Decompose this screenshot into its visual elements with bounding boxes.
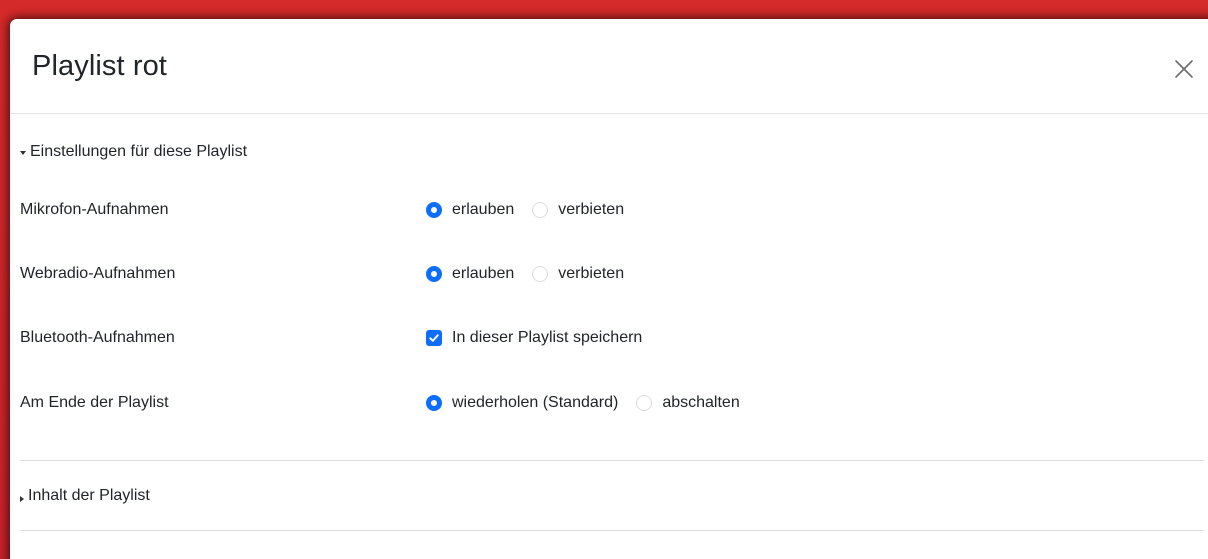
webradio-recordings-options: erlauben verbieten: [426, 265, 642, 283]
close-icon: [1175, 60, 1193, 78]
settings-section-toggle[interactable]: Einstellungen für diese Playlist: [20, 143, 247, 161]
bluetooth-recordings-options: In dieser Playlist speichern: [426, 329, 660, 347]
content-section-toggle[interactable]: Inhalt der Playlist: [20, 487, 150, 505]
webradio-allow-label: erlauben: [452, 265, 515, 282]
dialog-header: Playlist rot: [10, 19, 1208, 114]
repeat-option[interactable]: wiederholen (Standard): [426, 394, 618, 412]
dialog-title: Playlist rot: [32, 50, 167, 82]
end-of-playlist-label: Am Ende der Playlist: [20, 394, 169, 411]
microphone-recordings-options: erlauben verbieten: [426, 201, 642, 219]
section-divider-bottom: [20, 530, 1204, 531]
microphone-deny-label: verbieten: [558, 201, 625, 218]
microphone-deny-option[interactable]: verbieten: [532, 201, 624, 219]
webradio-deny-radio[interactable]: [532, 266, 549, 282]
close-button[interactable]: [1170, 55, 1198, 83]
webradio-recordings-label: Webradio-Aufnahmen: [20, 265, 176, 282]
caret-right-icon: [20, 495, 24, 502]
bluetooth-save-label: In dieser Playlist speichern: [452, 329, 643, 346]
bluetooth-save-option[interactable]: In dieser Playlist speichern: [426, 329, 642, 347]
webradio-allow-radio[interactable]: [426, 266, 442, 282]
section-divider: [20, 460, 1204, 461]
playlist-dialog: Playlist rot Einstellungen für diese Pla…: [10, 19, 1208, 559]
microphone-allow-option[interactable]: erlauben: [426, 201, 514, 219]
microphone-allow-label: erlauben: [452, 201, 515, 218]
content-section-label: Inhalt der Playlist: [28, 487, 150, 504]
settings-section-label: Einstellungen für diese Playlist: [30, 143, 248, 160]
caret-down-icon: [20, 151, 26, 155]
webradio-deny-option[interactable]: verbieten: [532, 265, 624, 283]
bluetooth-save-checkbox[interactable]: [426, 330, 442, 346]
webradio-allow-option[interactable]: erlauben: [426, 265, 514, 283]
switch-off-radio[interactable]: [636, 395, 653, 411]
bluetooth-recordings-label: Bluetooth-Aufnahmen: [20, 329, 175, 346]
repeat-radio[interactable]: [426, 395, 442, 411]
microphone-allow-radio[interactable]: [426, 202, 442, 218]
microphone-recordings-label: Mikrofon-Aufnahmen: [20, 201, 169, 218]
switch-off-label: abschalten: [662, 394, 740, 411]
switch-off-option[interactable]: abschalten: [636, 394, 740, 412]
end-of-playlist-options: wiederholen (Standard) abschalten: [426, 394, 758, 412]
webradio-deny-label: verbieten: [558, 265, 625, 282]
microphone-deny-radio[interactable]: [532, 202, 549, 218]
repeat-label: wiederholen (Standard): [452, 394, 619, 411]
checkmark-icon: [429, 334, 439, 342]
